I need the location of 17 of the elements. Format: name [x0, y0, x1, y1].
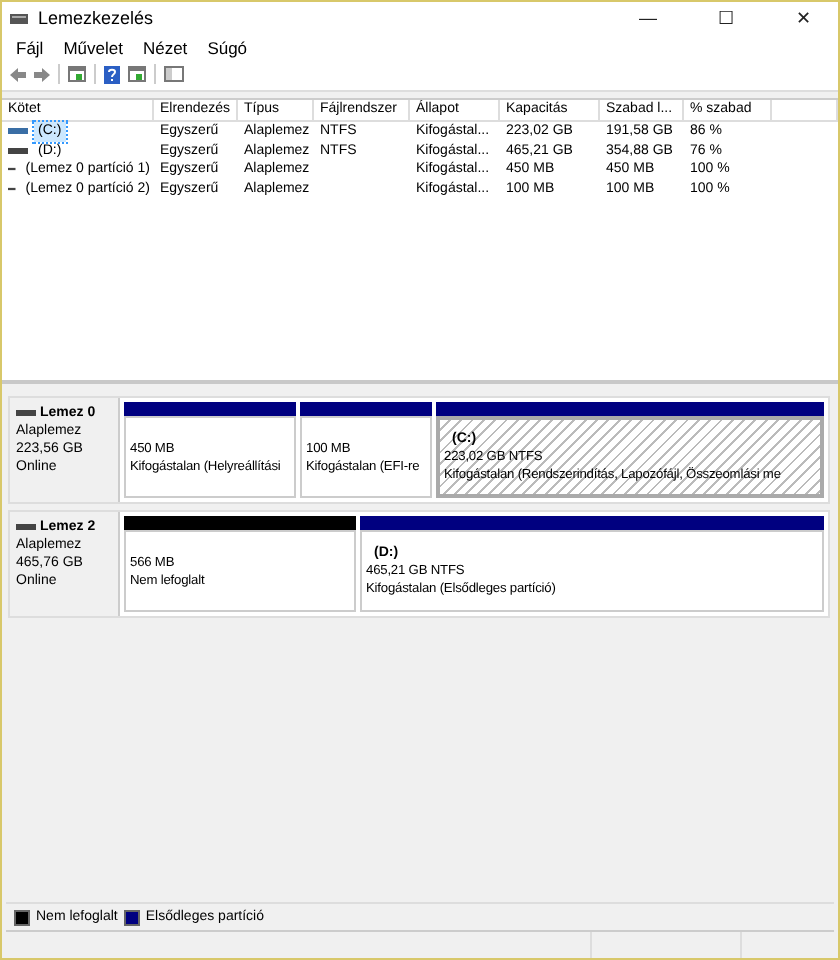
window-icon[interactable] — [128, 66, 146, 82]
close-button[interactable]: ✕ — [770, 2, 838, 34]
maximize-button[interactable]: ☐ — [692, 2, 760, 34]
menu-item[interactable]: Súgó — [197, 38, 258, 58]
forward-icon[interactable] — [34, 67, 50, 81]
drive-icon — [16, 522, 36, 532]
menu-item[interactable]: Művelet — [53, 38, 133, 58]
menu-item[interactable]: Nézet — [132, 38, 198, 58]
header-filler — [772, 100, 838, 122]
drive-icon — [16, 408, 36, 418]
panel-icon[interactable] — [164, 66, 184, 82]
help-icon[interactable] — [104, 65, 120, 83]
minimize-button[interactable]: — — [614, 2, 682, 34]
window-icon[interactable] — [68, 66, 86, 82]
back-icon[interactable] — [10, 67, 26, 81]
window-title: Lemezkezelés — [38, 8, 156, 28]
menu-item[interactable]: Fájl — [6, 38, 54, 58]
